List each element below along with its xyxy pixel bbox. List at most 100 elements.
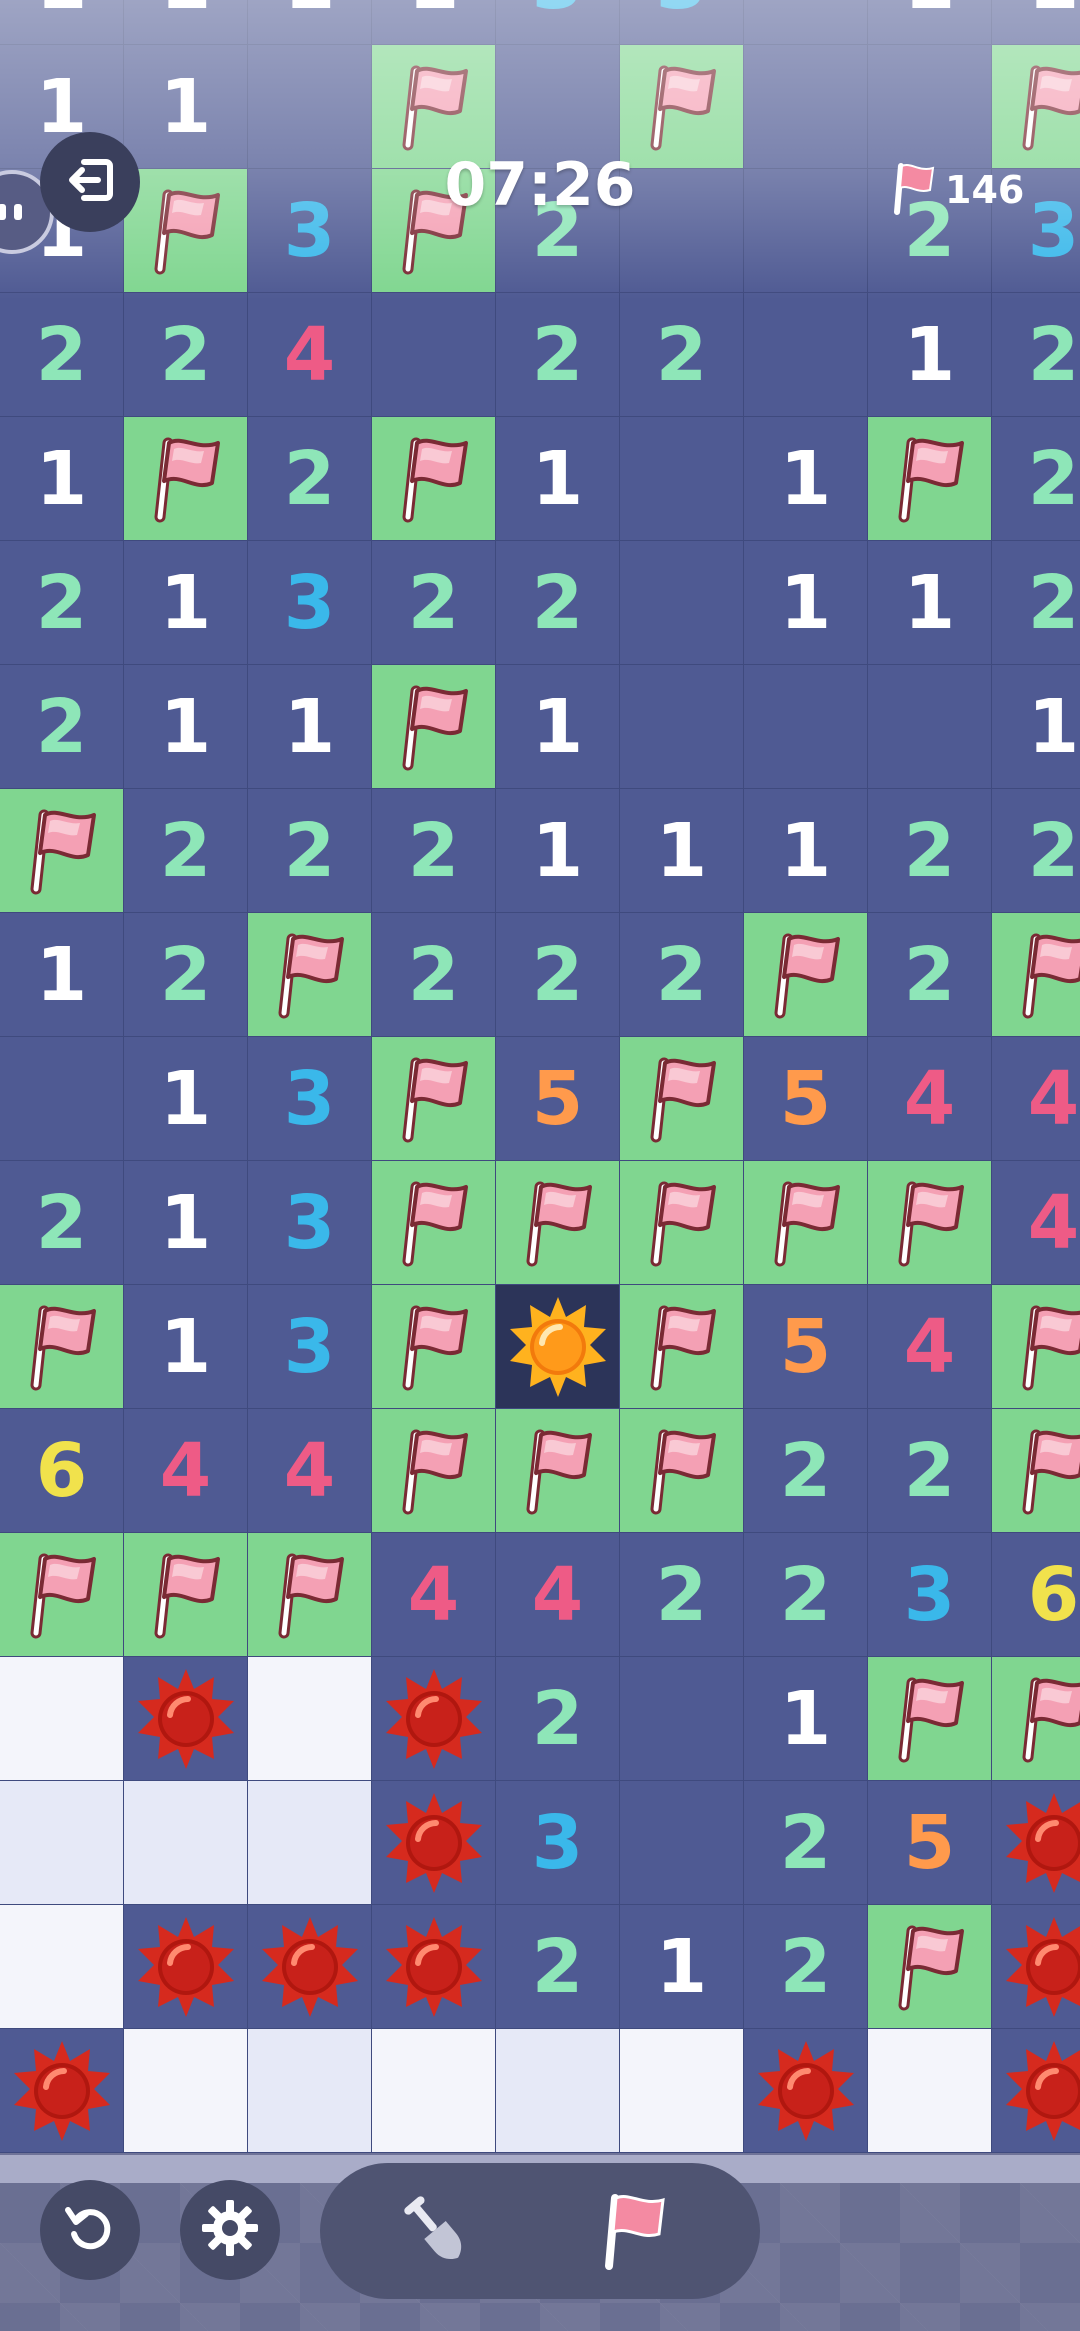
number-cell[interactable]: 4 — [248, 293, 372, 417]
number-cell[interactable]: 1 — [124, 1161, 248, 1285]
flagged-cell[interactable] — [868, 417, 992, 541]
number-cell[interactable]: 2 — [0, 293, 124, 417]
revealed-empty-cell[interactable] — [124, 2029, 248, 2153]
revealed-empty-cell[interactable] — [868, 2029, 992, 2153]
number-cell[interactable]: 2 — [496, 1905, 620, 2029]
number-cell[interactable]: 2 — [248, 417, 372, 541]
blank-cell[interactable] — [0, 1037, 124, 1161]
flagged-cell[interactable] — [868, 1905, 992, 2029]
revealed-empty-cell[interactable] — [0, 1657, 124, 1781]
number-cell[interactable]: 5 — [744, 1285, 868, 1409]
number-cell[interactable]: 1 — [496, 789, 620, 913]
exploded-mine-cell[interactable] — [496, 1285, 620, 1409]
number-cell[interactable]: 3 — [248, 1161, 372, 1285]
number-cell[interactable]: 4 — [992, 1037, 1080, 1161]
number-cell[interactable]: 2 — [992, 541, 1080, 665]
number-cell[interactable]: 1 — [868, 0, 992, 45]
number-cell[interactable]: 2 — [620, 293, 744, 417]
number-cell[interactable]: 1 — [248, 0, 372, 45]
blank-cell[interactable] — [744, 45, 868, 169]
number-cell[interactable]: 1 — [992, 665, 1080, 789]
flagged-cell[interactable] — [620, 1037, 744, 1161]
flagged-cell[interactable] — [992, 45, 1080, 169]
number-cell[interactable]: 1 — [124, 45, 248, 169]
number-cell[interactable]: 1 — [124, 0, 248, 45]
flagged-cell[interactable] — [496, 1161, 620, 1285]
number-cell[interactable]: 4 — [992, 1161, 1080, 1285]
number-cell[interactable]: 2 — [124, 789, 248, 913]
blank-cell[interactable] — [744, 0, 868, 45]
number-cell[interactable]: 1 — [744, 1657, 868, 1781]
revealed-empty-cell[interactable] — [248, 2029, 372, 2153]
flagged-cell[interactable] — [0, 789, 124, 913]
flagged-cell[interactable] — [868, 1657, 992, 1781]
number-cell[interactable]: 2 — [372, 789, 496, 913]
number-cell[interactable]: 4 — [372, 1533, 496, 1657]
number-cell[interactable]: 2 — [0, 1161, 124, 1285]
number-cell[interactable]: 2 — [744, 1409, 868, 1533]
number-cell[interactable]: 2 — [868, 1409, 992, 1533]
blank-cell[interactable] — [620, 1781, 744, 1905]
blank-cell[interactable] — [620, 1657, 744, 1781]
number-cell[interactable]: 1 — [744, 789, 868, 913]
revealed-empty-cell[interactable] — [0, 1781, 124, 1905]
number-cell[interactable]: 5 — [496, 1037, 620, 1161]
mine-cell[interactable] — [992, 1905, 1080, 2029]
number-cell[interactable]: 1 — [620, 1905, 744, 2029]
settings-button[interactable] — [180, 2180, 280, 2280]
flagged-cell[interactable] — [992, 1285, 1080, 1409]
number-cell[interactable]: 3 — [248, 541, 372, 665]
flagged-cell[interactable] — [992, 1409, 1080, 1533]
exit-button[interactable] — [40, 132, 140, 232]
blank-cell[interactable] — [248, 45, 372, 169]
number-cell[interactable]: 3 — [248, 1285, 372, 1409]
flagged-cell[interactable] — [992, 913, 1080, 1037]
restart-button[interactable] — [40, 2180, 140, 2280]
mine-cell[interactable] — [744, 2029, 868, 2153]
revealed-empty-cell[interactable] — [248, 1657, 372, 1781]
number-cell[interactable]: 1 — [0, 417, 124, 541]
flagged-cell[interactable] — [744, 913, 868, 1037]
number-cell[interactable]: 2 — [620, 913, 744, 1037]
flagged-cell[interactable] — [248, 913, 372, 1037]
number-cell[interactable]: 1 — [868, 293, 992, 417]
flagged-cell[interactable] — [248, 1533, 372, 1657]
flagged-cell[interactable] — [124, 417, 248, 541]
flagged-cell[interactable] — [124, 1533, 248, 1657]
dig-mode-button[interactable] — [380, 2177, 490, 2287]
number-cell[interactable]: 3 — [248, 1037, 372, 1161]
blank-cell[interactable] — [868, 665, 992, 789]
number-cell[interactable]: 2 — [992, 417, 1080, 541]
number-cell[interactable]: 1 — [496, 417, 620, 541]
number-cell[interactable]: 2 — [496, 913, 620, 1037]
number-cell[interactable]: 4 — [496, 1533, 620, 1657]
number-cell[interactable]: 4 — [868, 1285, 992, 1409]
number-cell[interactable]: 1 — [620, 789, 744, 913]
number-cell[interactable]: 2 — [744, 1905, 868, 2029]
flagged-cell[interactable] — [372, 1285, 496, 1409]
blank-cell[interactable] — [744, 169, 868, 293]
number-cell[interactable]: 2 — [992, 293, 1080, 417]
number-cell[interactable]: 1 — [124, 541, 248, 665]
mine-cell[interactable] — [372, 1657, 496, 1781]
number-cell[interactable]: 1 — [744, 541, 868, 665]
number-cell[interactable]: 2 — [744, 1533, 868, 1657]
number-cell[interactable]: 2 — [868, 789, 992, 913]
blank-cell[interactable] — [620, 417, 744, 541]
revealed-empty-cell[interactable] — [372, 2029, 496, 2153]
mine-cell[interactable] — [372, 1781, 496, 1905]
flagged-cell[interactable] — [0, 1285, 124, 1409]
mine-cell[interactable] — [992, 2029, 1080, 2153]
number-cell[interactable]: 5 — [744, 1037, 868, 1161]
mine-cell[interactable] — [248, 1905, 372, 2029]
flagged-cell[interactable] — [620, 1409, 744, 1533]
number-cell[interactable]: 2 — [496, 293, 620, 417]
number-cell[interactable]: 2 — [248, 789, 372, 913]
flagged-cell[interactable] — [496, 1409, 620, 1533]
flagged-cell[interactable] — [372, 665, 496, 789]
number-cell[interactable]: 3 — [248, 169, 372, 293]
flagged-cell[interactable] — [992, 1657, 1080, 1781]
flag-mode-button[interactable] — [580, 2177, 690, 2287]
revealed-empty-cell[interactable] — [0, 1905, 124, 2029]
blank-cell[interactable] — [744, 665, 868, 789]
